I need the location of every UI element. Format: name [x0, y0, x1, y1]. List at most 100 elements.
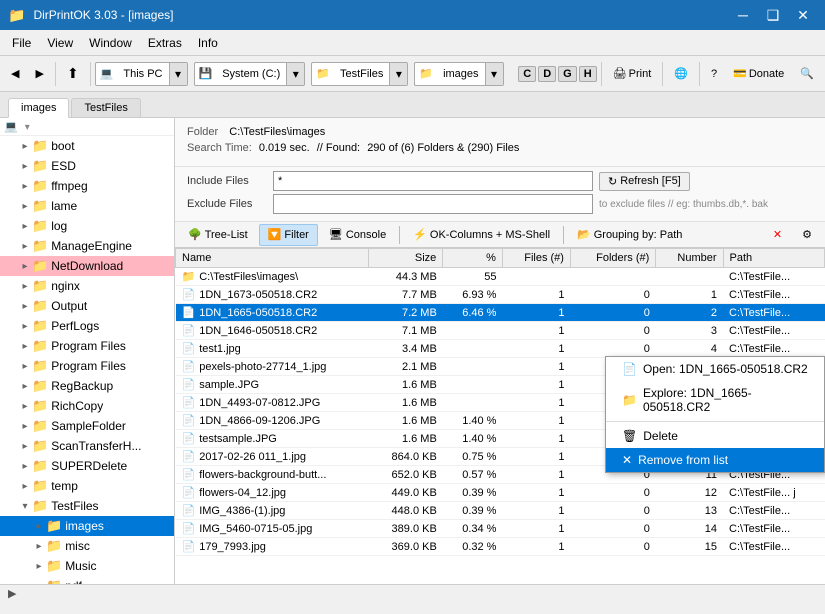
tree-expand-icon: ▸ [18, 461, 32, 472]
systemc-dropdown-arrow[interactable]: ▾ [286, 63, 304, 85]
grouping-button[interactable]: 📂 Grouping by: Path [568, 224, 691, 246]
thispc-dropdown-arrow[interactable]: ▾ [169, 63, 187, 85]
ctx-remove[interactable]: ✕ Remove from list [606, 448, 824, 472]
menu-file[interactable]: File [4, 33, 39, 53]
table-cell: 1 [656, 286, 723, 304]
systemc-dropdown[interactable]: 💾 System (C:) ▾ [194, 62, 306, 86]
tree-item[interactable]: ▸📁Program Files [0, 356, 174, 376]
table-row[interactable]: 📄IMG_4386-(1).jpg448.0 KB0.39 %1013C:\Te… [176, 502, 825, 520]
tree-item[interactable]: ▸📁SampleFolder [0, 416, 174, 436]
tree-item[interactable]: ▾📁TestFiles [0, 496, 174, 516]
tree-item-label: SUPERDelete [51, 459, 127, 473]
table-row[interactable]: 📄1DN_1673-050518.CR27.7 MB6.93 %101C:\Te… [176, 286, 825, 304]
delete-toolbar-button[interactable]: ✕ [764, 224, 791, 246]
table-row[interactable]: 📄1DN_1646-050518.CR27.1 MB103C:\TestFile… [176, 322, 825, 340]
tree-item[interactable]: ▸📁ManageEngine [0, 236, 174, 256]
print-button[interactable]: 🖨 Print [606, 60, 659, 88]
tree-item[interactable]: ▸📁log [0, 216, 174, 236]
table-cell: 📄IMG_4386-(1).jpg [176, 502, 369, 520]
close-button[interactable]: ✕ [789, 5, 817, 25]
tree-item[interactable]: ▸📁pdf [0, 576, 174, 584]
refresh-button[interactable]: ↻ Refresh [F5] [599, 172, 690, 191]
thispc-dropdown[interactable]: 💻 This PC ▾ [95, 62, 188, 86]
restore-button[interactable]: ❑ [759, 5, 787, 25]
testfiles-dropdown-arrow[interactable]: ▾ [389, 63, 407, 85]
filter-button[interactable]: 🔽 Filter [259, 224, 318, 246]
col-path[interactable]: Path [723, 249, 824, 268]
menu-info[interactable]: Info [190, 33, 226, 53]
tree-item[interactable]: ▸📁ESD [0, 156, 174, 176]
ctx-open[interactable]: 📄 Open: 1DN_1665-050518.CR2 [606, 357, 824, 381]
table-cell: 1 [502, 538, 570, 556]
console-button[interactable]: 🖥 Console [320, 224, 395, 246]
tree-item[interactable]: ▸📁boot [0, 136, 174, 156]
ctx-remove-icon: ✕ [622, 453, 632, 467]
include-input[interactable] [273, 171, 593, 191]
donate-button[interactable]: 💳 Donate [726, 60, 791, 88]
col-size[interactable]: Size [369, 249, 443, 268]
table-cell: 📄1DN_4866-09-1206.JPG [176, 412, 369, 430]
nav-up-button[interactable]: ⬆ [60, 60, 86, 88]
col-name[interactable]: Name [176, 249, 369, 268]
col-number[interactable]: Number [656, 249, 723, 268]
images-dropdown[interactable]: 📁 images ▾ [414, 62, 503, 86]
tree-item[interactable]: ▸📁temp [0, 476, 174, 496]
tree-item[interactable]: ▸📁Output [0, 296, 174, 316]
menu-extras[interactable]: Extras [140, 33, 190, 53]
col-pct[interactable]: % [443, 249, 503, 268]
tree-folder-icon: 📁 [32, 438, 48, 454]
tree-item[interactable]: ▸📁NetDownload [0, 256, 174, 276]
help-button[interactable]: ? [704, 60, 724, 88]
table-row[interactable]: 📄test1.jpg3.4 MB104C:\TestFile... [176, 340, 825, 358]
tree-item[interactable]: ▸📁Program Files [0, 336, 174, 356]
refresh-toolbar-button[interactable]: ⚙ [793, 224, 821, 246]
tree-item[interactable]: ▸📁misc [0, 536, 174, 556]
exclude-input[interactable] [273, 194, 593, 214]
menu-view[interactable]: View [39, 33, 81, 53]
forward-button[interactable]: ▶ [28, 60, 50, 88]
tree-item[interactable]: ▸📁ScanTransferH... [0, 436, 174, 456]
table-cell: 0 [570, 304, 655, 322]
table-row[interactable]: 📄IMG_5460-0715-05.jpg389.0 KB0.34 %1014C… [176, 520, 825, 538]
table-row[interactable]: 📁C:\TestFiles\images\44.3 MB55C:\TestFil… [176, 268, 825, 286]
ctx-explore[interactable]: 📁 Explore: 1DN_1665-050518.CR2 [606, 381, 824, 419]
print-label: Print [629, 68, 652, 80]
table-row[interactable]: 📄1DN_1665-050518.CR27.2 MB6.46 %102C:\Te… [176, 304, 825, 322]
table-row[interactable]: 📄179_7993.jpg369.0 KB0.32 %1015C:\TestFi… [176, 538, 825, 556]
tree-item[interactable]: ▸📁PerfLogs [0, 316, 174, 336]
breadcrumb-tab-images[interactable]: images [8, 98, 69, 118]
tree-folder-icon: 📁 [46, 578, 62, 584]
tree-folder-icon: 📁 [32, 418, 48, 434]
search-button[interactable]: 🔍 [793, 60, 821, 88]
menu-window[interactable]: Window [81, 33, 140, 53]
ctx-separator [606, 421, 824, 422]
tree-item[interactable]: ▸📁RichCopy [0, 396, 174, 416]
breadcrumb-tab-testfiles[interactable]: TestFiles [71, 98, 140, 117]
tree-folder-icon: 📁 [32, 378, 48, 394]
col-files[interactable]: Files (#) [502, 249, 570, 268]
tree-list-button[interactable]: 🌳 Tree-List [179, 224, 257, 246]
ctx-delete[interactable]: 🗑 Delete [606, 424, 824, 448]
images-dropdown-arrow[interactable]: ▾ [485, 63, 503, 85]
tree-item[interactable]: ▸📁SUPERDelete [0, 456, 174, 476]
table-cell: 0 [570, 538, 655, 556]
tree-item[interactable]: ▸📁ffmpeg [0, 176, 174, 196]
globe-button[interactable]: 🌐 [667, 60, 695, 88]
minimize-button[interactable]: ─ [729, 5, 757, 25]
ok-columns-button[interactable]: ⚡ OK-Columns + MS-Shell [404, 224, 559, 246]
tree-item[interactable]: ▸📁nginx [0, 276, 174, 296]
col-folders[interactable]: Folders (#) [570, 249, 655, 268]
file-table-container[interactable]: Name Size % Files (#) Folders (#) Number… [175, 248, 825, 584]
tree-item[interactable]: ▸📁lame [0, 196, 174, 216]
tree-item[interactable]: ▸📁RegBackup [0, 376, 174, 396]
file-icon: 📁 [182, 271, 196, 283]
refresh-label: Refresh [F5] [620, 175, 681, 187]
tree-item[interactable]: ▸📁Music [0, 556, 174, 576]
title-text: DirPrintOK 3.03 - [images] [33, 8, 173, 22]
tree-item-label: NetDownload [51, 259, 123, 273]
table-row[interactable]: 📄flowers-04_12.jpg449.0 KB0.39 %1012C:\T… [176, 484, 825, 502]
tree-item[interactable]: ▸📁images [0, 516, 174, 536]
table-cell: 6.93 % [443, 286, 503, 304]
testfiles-dropdown[interactable]: 📁 TestFiles ▾ [311, 62, 408, 86]
back-button[interactable]: ◀ [4, 60, 26, 88]
